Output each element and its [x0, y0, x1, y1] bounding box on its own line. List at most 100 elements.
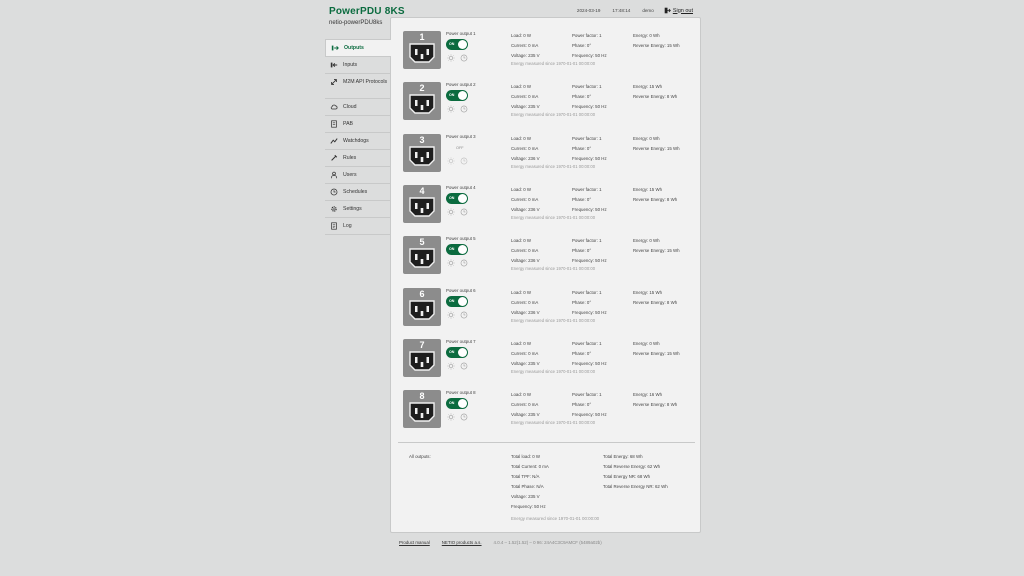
m2m-icon	[331, 79, 337, 85]
timer-icon[interactable]	[460, 54, 468, 62]
header-status: 2024-03-19 17:48:14 demo Sign out	[565, 7, 693, 14]
output-name: Power output 6	[446, 287, 476, 293]
timer-icon[interactable]	[460, 157, 468, 165]
output-toggle[interactable]: ON	[446, 192, 468, 204]
output-reverse-energy: Reverse Energy: 15 Wh	[633, 145, 680, 151]
totals-measured-since: Energy measured since 1970-01-01 00:00:0…	[511, 516, 600, 521]
output-name: Power output 7	[446, 338, 476, 344]
output-toggle[interactable]: ON	[446, 90, 468, 102]
sidebar-item-users[interactable]: Users	[325, 167, 390, 184]
footer: Product manual NETIO products a.s. 4.0.4…	[399, 540, 602, 545]
pab-icon	[331, 120, 337, 128]
socket-icon	[409, 94, 435, 114]
output-frequency: Frequency: 50 Hz	[572, 206, 607, 212]
output-measured-since: Energy measured since 1970-01-01 00:00:0…	[511, 214, 596, 220]
sun-icon[interactable]	[447, 105, 455, 113]
total-tpf: Total TPF: N/A	[511, 474, 540, 479]
output-toggle[interactable]: ON	[446, 398, 468, 410]
sun-icon[interactable]	[447, 259, 455, 267]
output-number: 5	[419, 237, 425, 248]
sidebar-item-log[interactable]: Log	[325, 218, 390, 235]
output-power-factor: Power factor: 1	[572, 33, 602, 38]
timer-icon[interactable]	[460, 208, 468, 216]
output-power-factor: Power factor: 1	[572, 135, 602, 141]
output-power-factor: Power factor: 1	[572, 392, 602, 398]
timer-icon[interactable]	[460, 362, 468, 370]
output-load: Load: 0 W	[511, 186, 532, 192]
sidebar-item-pab[interactable]: PAB	[325, 116, 390, 133]
output-name: Power output 2	[446, 82, 476, 88]
output-measured-since: Energy measured since 1970-01-01 00:00:0…	[511, 163, 596, 169]
output-number: 3	[419, 134, 425, 145]
toggle-knob	[458, 40, 467, 49]
toggle-knob	[458, 91, 467, 101]
sun-icon[interactable]	[447, 362, 455, 370]
output-voltage: Voltage: 236 V	[511, 206, 540, 212]
output-name: Power output 5	[446, 236, 476, 242]
output-power-factor: Power factor: 1	[572, 289, 602, 295]
toggle-knob	[458, 193, 467, 203]
sun-icon[interactable]	[447, 54, 455, 62]
timer-icon[interactable]	[460, 105, 468, 113]
toggle-state: ON	[449, 247, 455, 252]
output-energy: Energy: 15 Wh	[633, 186, 663, 192]
timer-icon[interactable]	[460, 413, 468, 421]
sidebar-item-settings[interactable]: Settings	[325, 201, 390, 218]
total-phase: Total Phase: N/A	[511, 484, 544, 489]
sidebar-item-schedules[interactable]: Schedules	[325, 184, 390, 201]
sign-out-link[interactable]: Sign out	[664, 7, 693, 14]
socket-icon	[409, 402, 435, 422]
header-user: demo	[642, 8, 654, 13]
output-load: Load: 0 W	[511, 33, 532, 38]
total-energy: Total Energy: 68 Wh	[603, 454, 643, 459]
output-current: Current: 0 mA	[511, 299, 539, 305]
output-socket: 2	[403, 82, 441, 121]
sun-icon[interactable]	[447, 208, 455, 216]
output-toggle[interactable]: ON	[446, 244, 468, 256]
output-toggle[interactable]: ON	[446, 295, 468, 307]
sidebar-item-m2m-api[interactable]: M2M API Protocols	[325, 74, 390, 99]
product-manual-link[interactable]: Product manual	[399, 540, 430, 545]
output-toggle[interactable]: ON	[446, 39, 468, 50]
toggle-state: ON	[449, 298, 455, 303]
total-load: Total load: 0 W	[511, 454, 541, 459]
sun-icon[interactable]	[447, 156, 455, 165]
timer-icon[interactable]	[460, 259, 468, 267]
sidebar-item-cloud[interactable]: Cloud	[325, 99, 390, 116]
total-current: Total Current: 0 mA	[511, 464, 549, 469]
output-energy: Energy: 15 Wh	[633, 84, 663, 90]
output-number: 7	[419, 339, 425, 350]
output-voltage: Voltage: 236 V	[511, 309, 540, 315]
sidebar-item-label: Outputs	[344, 45, 364, 51]
sidebar-item-label: Cloud	[343, 104, 357, 110]
sidebar-item-rules[interactable]: Rules	[325, 150, 390, 167]
output-measured-since: Energy measured since 1970-01-01 00:00:0…	[511, 317, 596, 323]
output-voltage: Voltage: 235 V	[511, 360, 540, 366]
output-energy: Energy: 0 Wh	[633, 33, 660, 38]
total-reverse-energy: Total Reverse Energy: 62 Wh	[603, 464, 661, 469]
output-toggle[interactable]: ON	[446, 346, 468, 358]
output-phase: Phase: 0°	[572, 299, 592, 305]
output-row: 4 Power output 4 ON Load: 0 W Current: 0 mA V…	[403, 184, 693, 229]
output-load: Load: 0 W	[511, 135, 532, 141]
sidebar-item-watchdogs[interactable]: Watchdogs	[325, 133, 390, 150]
output-measured-since: Energy measured since 1970-01-01 00:00:0…	[511, 61, 596, 66]
toggle-knob	[458, 399, 467, 409]
sun-icon[interactable]	[447, 413, 455, 421]
device-hostname: netio-powerPDU8ks	[329, 20, 383, 26]
output-load: Load: 0 W	[511, 289, 532, 295]
output-row: 2 Power output 2 ON Load: 0 W Current: 0 mA V…	[403, 82, 693, 126]
output-energy: Energy: 0 Wh	[633, 135, 660, 141]
output-toggle[interactable]: OFF	[456, 146, 464, 150]
output-name: Power output 3	[446, 133, 476, 139]
output-number: 2	[419, 83, 425, 94]
sidebar-item-inputs[interactable]: Inputs	[325, 57, 390, 74]
output-voltage: Voltage: 236 V	[511, 155, 540, 161]
sidebar-item-outputs[interactable]: Outputs	[325, 39, 391, 57]
timer-icon[interactable]	[460, 311, 468, 319]
output-load: Load: 0 W	[511, 84, 532, 90]
company-link[interactable]: NETIO products a.s.	[442, 540, 482, 545]
sun-icon[interactable]	[447, 310, 455, 319]
output-row: 8 Power output 8 ON Load: 0 W Current: 0 mA V…	[403, 390, 693, 434]
toggle-knob	[458, 296, 467, 306]
